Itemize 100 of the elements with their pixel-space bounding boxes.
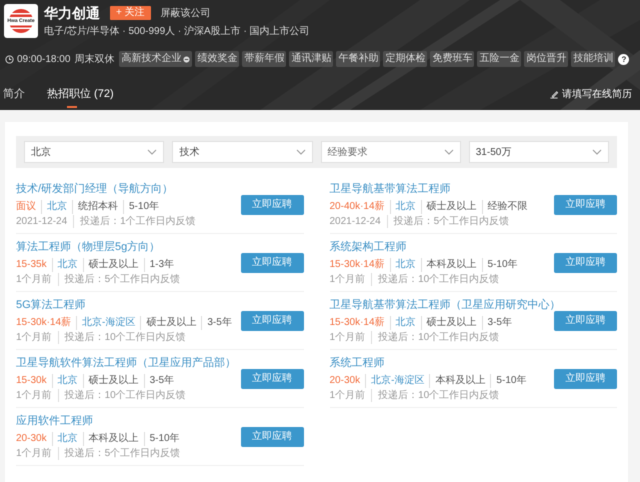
job-title[interactable]: 算法工程师（物理层5g方向） <box>16 240 236 254</box>
benefit-tag: 五险一金 <box>477 51 522 67</box>
job-title[interactable]: 技术/研发部门经理（导航方向） <box>16 182 236 196</box>
posted-date: 1个月前 <box>16 388 53 402</box>
posted-date: 1个月前 <box>16 446 53 460</box>
salary: 20-30k <box>16 432 48 446</box>
apply-button[interactable]: 立即应聘 <box>554 368 617 388</box>
feedback-note: 投递后：10个工作日内反馈 <box>58 330 186 344</box>
feedback-note: 投递后：5个工作日内反馈 <box>58 272 180 286</box>
benefit-tag: 带薪年假 <box>242 51 286 67</box>
apply-button[interactable]: 立即应聘 <box>240 426 304 446</box>
chevron-down-icon <box>592 149 602 155</box>
salary: 15-30k·14薪 <box>330 258 386 272</box>
location: 北京 <box>52 432 83 446</box>
apply-button[interactable]: 立即应聘 <box>554 310 617 330</box>
job-title[interactable]: 应用软件工程师 <box>16 414 236 428</box>
feedback-note: 投递后：5个工作日内反馈 <box>58 446 180 460</box>
benefit-tag: 通讯津贴 <box>289 51 334 67</box>
filter-select[interactable]: 北京 <box>24 141 164 163</box>
education: 硕士及以上 <box>140 316 202 330</box>
job-title[interactable]: 系统架构工程师 <box>330 240 550 254</box>
filter-select[interactable]: 31-50万 <box>468 141 609 163</box>
benefit-tag: 技能培训 <box>571 51 616 67</box>
salary: 15-30k·14薪 <box>16 316 72 330</box>
education: 硕士及以上 <box>420 316 482 330</box>
salary: 15-30k <box>16 374 48 388</box>
posted-date: 1个月前 <box>16 330 53 344</box>
education: 硕士及以上 <box>82 374 144 388</box>
location: 北京 <box>390 316 421 330</box>
salary: 15-35k <box>16 258 48 272</box>
location: 北京 <box>41 200 72 214</box>
posted-date: 1个月前 <box>330 330 366 344</box>
education: 硕士及以上 <box>82 258 144 272</box>
chevron-down-icon <box>147 149 158 155</box>
company-info: 电子/芯片/半导体 · 500-999人 · 沪深A股上市 · 国内上市公司 <box>44 25 310 39</box>
block-company-link[interactable]: 屏蔽该公司 <box>160 6 211 20</box>
salary: 20-40k·14薪 <box>330 200 386 214</box>
experience: 5-10年 <box>482 258 518 272</box>
feedback-note: 投递后：10个工作日内反馈 <box>58 388 186 402</box>
filter-select[interactable]: 技术 <box>172 141 312 163</box>
resume-link[interactable]: 请填写在线简历 <box>549 87 632 108</box>
education: 本科及以上 <box>82 432 144 446</box>
location: 北京-海淀区 <box>365 374 430 388</box>
clock-icon <box>5 54 14 64</box>
feedback-note: 投递后：10个工作日内反馈 <box>371 330 500 344</box>
feedback-note: 投递后：5个工作日内反馈 <box>386 214 510 228</box>
feedback-note: 投递后：10个工作日内反馈 <box>371 272 500 286</box>
experience: 1-3年 <box>144 258 174 272</box>
posted-date: 2021-12-24 <box>16 214 68 228</box>
apply-button[interactable]: 立即应聘 <box>554 252 617 272</box>
benefit-tag: 岗位晋升 <box>524 51 568 67</box>
salary: 20-30k <box>330 374 362 388</box>
location: 北京 <box>52 258 83 272</box>
education: 统招本科 <box>72 200 123 214</box>
apply-button[interactable]: 立即应聘 <box>554 194 617 214</box>
tab[interactable]: 简介 <box>3 86 25 108</box>
experience: 5-10年 <box>123 200 160 214</box>
company-name: 华力创通 <box>44 4 100 22</box>
benefit-tag: 绩效奖金 <box>195 51 240 67</box>
benefit-tag: 定期体检 <box>383 51 428 67</box>
badge-icon <box>183 56 190 62</box>
apply-button[interactable]: 立即应聘 <box>240 310 304 330</box>
chevron-down-icon <box>296 149 306 155</box>
rest-days: 周末双休 <box>74 52 114 66</box>
location: 北京 <box>390 200 421 214</box>
location: 北京-海淀区 <box>76 316 140 330</box>
posted-date: 1个月前 <box>330 388 366 402</box>
apply-button[interactable]: 立即应聘 <box>240 194 304 214</box>
location: 北京 <box>52 374 83 388</box>
education: 本科及以上 <box>420 258 482 272</box>
experience: 3-5年 <box>482 316 512 330</box>
apply-button[interactable]: 立即应聘 <box>240 252 304 272</box>
filter-select[interactable]: 经验要求 <box>320 141 461 163</box>
feedback-note: 投递后：1个工作日内反馈 <box>73 214 196 228</box>
education: 本科及以上 <box>429 374 490 388</box>
experience: 5-10年 <box>144 432 180 446</box>
benefit-tag: 午餐补助 <box>336 51 380 67</box>
pen-icon <box>549 90 559 99</box>
job-title[interactable]: 卫星导航基带算法工程师 <box>330 182 550 196</box>
experience: 经验不限 <box>482 200 528 214</box>
experience: 5-10年 <box>490 374 526 388</box>
benefit-tag: 高新技术企业 <box>119 51 192 67</box>
tab[interactable]: 热招职位 (72) <box>47 86 114 108</box>
education: 硕士及以上 <box>420 200 482 214</box>
posted-date: 2021-12-24 <box>330 214 382 228</box>
salary: 面议 <box>16 200 37 214</box>
work-hours: 09:00-18:00 <box>17 52 70 66</box>
benefit-tag: 免费班车 <box>430 51 474 67</box>
job-title[interactable]: 卫星导航软件算法工程师（卫星应用产品部） <box>16 356 236 370</box>
apply-button[interactable]: 立即应聘 <box>240 368 304 388</box>
posted-date: 1个月前 <box>16 272 53 286</box>
follow-button[interactable]: + 关注 <box>110 6 151 20</box>
chevron-down-icon <box>444 149 454 155</box>
salary: 15-30k·14薪 <box>330 316 386 330</box>
location: 北京 <box>390 258 421 272</box>
posted-date: 1个月前 <box>330 272 366 286</box>
job-title[interactable]: 5G算法工程师 <box>16 298 236 312</box>
feedback-note: 投递后：10个工作日内反馈 <box>371 388 500 402</box>
job-title[interactable]: 系统工程师 <box>330 356 550 370</box>
experience: 3-5年 <box>144 374 174 388</box>
